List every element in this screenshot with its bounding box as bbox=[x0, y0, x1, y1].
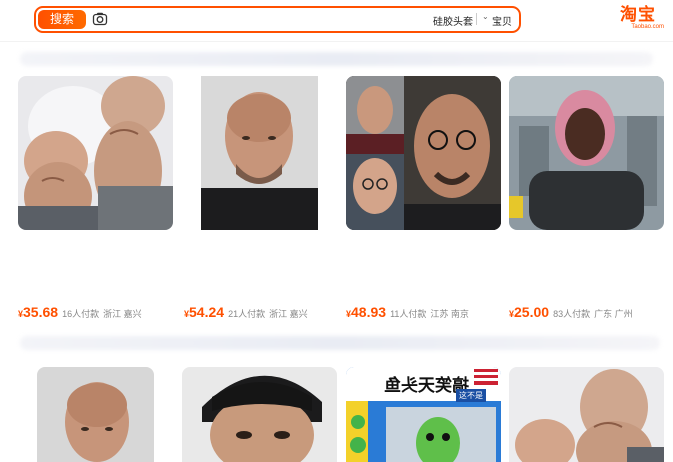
product-card[interactable]: ¥54.24 21人付款 浙江 嘉兴 bbox=[184, 76, 339, 321]
product-price: 54.24 bbox=[189, 304, 225, 320]
product-meta: ¥48.93 11人付款 江苏 南京 bbox=[346, 304, 516, 320]
taobao-logo[interactable]: 淘宝 Taobao.com bbox=[620, 7, 664, 33]
product-image[interactable] bbox=[509, 367, 664, 462]
sales-count: 21人付款 bbox=[228, 309, 266, 319]
product-image[interactable] bbox=[184, 76, 339, 230]
search-scope-select[interactable]: 宝贝 bbox=[492, 13, 512, 28]
seller-location: 浙江 嘉兴 bbox=[103, 309, 142, 319]
logo-text: 淘宝 bbox=[620, 5, 656, 25]
promo-image[interactable]: 搞笑天头鱼 这不是 bbox=[346, 367, 501, 462]
promo-tag: 这不是 bbox=[456, 389, 486, 402]
seller-location: 广东 广州 bbox=[594, 309, 633, 319]
chevron-down-icon[interactable]: ⌄ bbox=[482, 12, 489, 21]
product-meta: ¥25.00 83人付款 广东 广州 bbox=[509, 304, 673, 320]
seller-location: 浙江 嘉兴 bbox=[269, 309, 308, 319]
taobao-search-results: 搜索 硅胶头套 ⌄ 宝贝 淘宝 Taobao.com ¥35.68 16人付款 … bbox=[0, 0, 673, 462]
search-query-text[interactable]: 硅胶头套 bbox=[433, 13, 473, 28]
product-price: 48.93 bbox=[351, 304, 387, 320]
product-price: 25.00 bbox=[514, 304, 550, 320]
product-image[interactable] bbox=[37, 367, 154, 462]
product-meta: ¥35.68 16人付款 浙江 嘉兴 bbox=[18, 304, 188, 320]
promo-headline: 搞笑天头鱼 bbox=[384, 376, 469, 396]
blurred-category-strip bbox=[20, 336, 660, 350]
blurred-category-strip bbox=[20, 52, 653, 66]
product-price: 35.68 bbox=[23, 304, 59, 320]
seller-location: 江苏 南京 bbox=[430, 309, 469, 319]
product-meta: ¥54.24 21人付款 浙江 嘉兴 bbox=[184, 304, 354, 320]
product-card[interactable]: ¥35.68 16人付款 浙江 嘉兴 bbox=[18, 76, 173, 321]
header-divider bbox=[0, 41, 673, 42]
search-bar[interactable]: 搜索 硅胶头套 ⌄ 宝贝 bbox=[34, 6, 521, 33]
product-card[interactable]: ¥48.93 11人付款 江苏 南京 bbox=[346, 76, 501, 321]
product-image[interactable] bbox=[182, 367, 337, 462]
product-image[interactable] bbox=[509, 76, 664, 230]
search-button[interactable]: 搜索 bbox=[38, 10, 86, 29]
logo-subtext: Taobao.com bbox=[631, 24, 664, 30]
camera-search-icon[interactable] bbox=[92, 11, 108, 27]
product-image[interactable] bbox=[18, 76, 173, 230]
sales-count: 83人付款 bbox=[553, 309, 591, 319]
product-image[interactable] bbox=[346, 76, 501, 230]
product-card[interactable]: ¥25.00 83人付款 广东 广州 bbox=[509, 76, 664, 321]
sales-count: 16人付款 bbox=[62, 309, 100, 319]
search-divider bbox=[476, 13, 477, 25]
sales-count: 11人付款 bbox=[390, 309, 427, 319]
